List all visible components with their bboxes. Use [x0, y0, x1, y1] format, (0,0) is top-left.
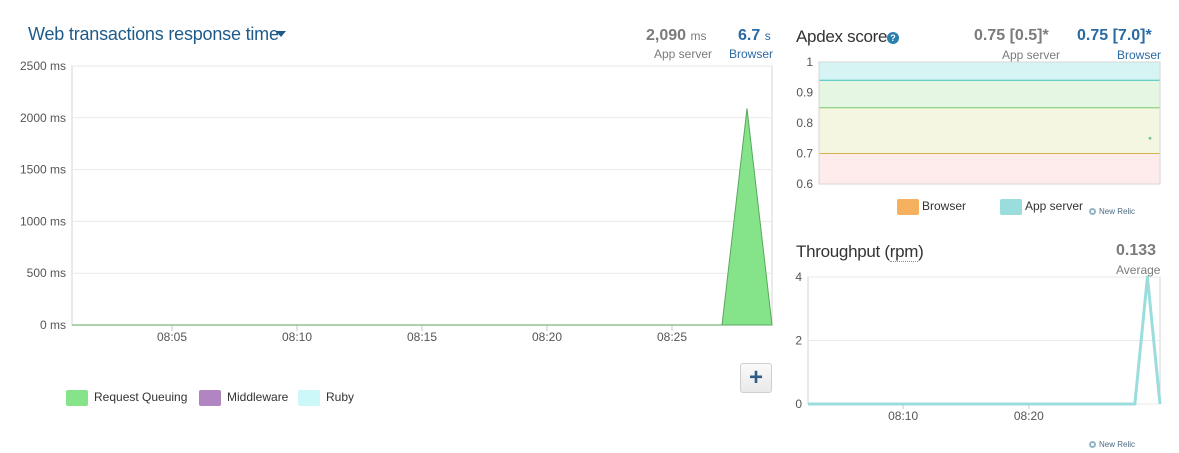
new-relic-logo-throughput: New Relic — [1089, 440, 1135, 449]
throughput-x-tick-label: 08:20 — [1014, 409, 1044, 423]
new-relic-label: New Relic — [1099, 440, 1136, 449]
new-relic-icon — [1089, 441, 1096, 448]
throughput-x-tick-label: 08:10 — [888, 409, 918, 423]
throughput-y-tick-label: 0 — [795, 397, 802, 411]
throughput-y-tick-label: 2 — [795, 334, 802, 348]
throughput-y-tick-label: 4 — [795, 270, 802, 284]
throughput-chart: 4 2 0 08:10 08:20 — [795, 270, 1162, 423]
